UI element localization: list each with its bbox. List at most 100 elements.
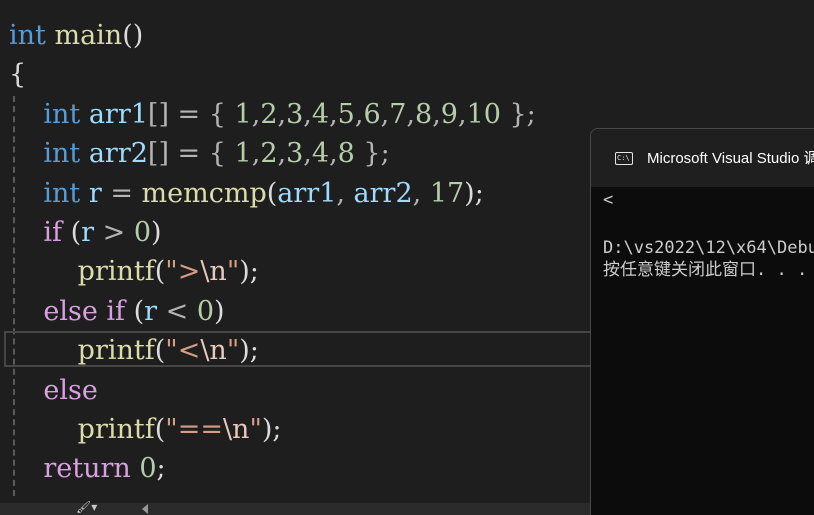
code-token: , [336,177,354,209]
code-line[interactable]: { [9,55,26,95]
code-line[interactable]: printf("<\n"); [9,331,259,371]
code-token: }; [500,98,536,130]
code-token: 0 [196,295,215,327]
code-token: int [43,177,81,209]
code-token: 6 [363,98,381,130]
code-token: 4 [311,98,330,130]
code-token: { [9,59,27,91]
code-line[interactable]: int r = memcmp(arr1, arr2, 17); [9,174,484,214]
code-token: ( [154,414,166,445]
code-token: ( [154,256,166,288]
code-line[interactable]: int arr2[] = { 1,2,3,4,8 }; [9,134,389,174]
code-token: ); [239,335,259,367]
code-token: printf [77,256,155,288]
code-token: 10 [466,98,501,130]
brush-icon[interactable]: 🖌▾ [76,500,97,514]
code-token: 3 [286,98,304,130]
code-token: , [432,98,441,130]
code-token: 0 [133,217,152,248]
code-line[interactable]: int arr1[] = { 1,2,3,4,5,6,7,8,9,10 }; [9,95,536,135]
code-token: int [43,138,81,170]
code-token: r [81,217,95,248]
code-token: < [157,295,197,327]
code-token: r [144,295,158,327]
code-token: = [101,177,142,209]
code-token: " [226,256,240,288]
code-token: int [9,20,46,51]
code-token: , [277,138,287,170]
code-token: [] = { [147,138,235,170]
code-token: () [122,20,144,51]
code-token: 17 [429,177,465,209]
code-token: "< [165,335,201,367]
console-output-line: < [603,190,614,210]
code-token: "== [165,414,223,445]
code-line[interactable]: else if (r < 0) [9,292,225,332]
code-token: arr1 [88,98,148,130]
code-token: 1 [234,138,252,170]
code-token: ( [125,295,145,327]
code-token: ) [214,295,225,327]
console-title: Microsoft Visual Studio 调试控制台 [647,150,814,167]
console-output-line: 按任意键关闭此窗口. . . [603,260,808,280]
code-token: if [43,217,62,248]
console-app-icon: C:\ [615,152,633,165]
code-token: arr1 [277,177,337,209]
code-token: ); [261,414,282,445]
code-token: " [226,335,240,367]
code-token: 7 [389,98,407,130]
code-token: 2 [260,98,278,130]
code-token: 5 [337,98,355,130]
code-token: return [43,453,131,485]
code-token: ( [266,177,278,209]
code-token: ; [156,453,166,485]
code-token: > [94,217,134,248]
code-token: \n [200,256,227,288]
debug-console-window[interactable]: C:\ Microsoft Visual Studio 调试控制台 < D:\v… [590,128,814,515]
screen: int main(){ int arr1[] = { 1,2,3,4,5,6,7… [0,0,814,515]
code-line[interactable]: else [9,371,98,411]
code-line[interactable]: printf("==\n"); [9,410,282,450]
code-line[interactable]: int main() [9,16,143,56]
console-titlebar[interactable]: C:\ Microsoft Visual Studio 调试控制台 [591,129,814,187]
code-token: , [380,98,390,130]
code-token: , [406,98,415,130]
scroll-left-arrow-icon[interactable] [142,504,148,514]
code-token: ); [464,177,484,209]
code-token: [] = { [147,98,235,130]
code-token: , [329,98,338,130]
code-token: ( [154,335,166,367]
code-line[interactable]: printf(">\n"); [9,252,259,292]
code-line[interactable]: if (r > 0) [9,213,161,253]
code-token: memcmp [141,177,267,209]
console-output-line: D:\vs2022\12\x64\Debug\12.exe [603,238,814,258]
code-token: , [277,98,287,130]
code-token: 3 [286,138,304,170]
code-token: 2 [260,138,278,170]
code-token: 0 [139,453,157,485]
code-token: ( [61,217,82,248]
code-token: , [412,177,430,209]
code-token: "> [165,256,201,288]
code-line[interactable]: return 0; [9,449,166,489]
code-token: arr2 [353,177,413,209]
code-token: , [303,138,312,170]
code-token: \n [200,335,227,367]
code-token: printf [77,335,155,367]
code-token: else if [43,295,126,327]
code-token: arr2 [88,138,148,170]
code-token: 8 [415,98,433,130]
code-token: else [43,374,98,406]
code-token: 9 [440,98,458,130]
code-token: r [88,177,102,209]
